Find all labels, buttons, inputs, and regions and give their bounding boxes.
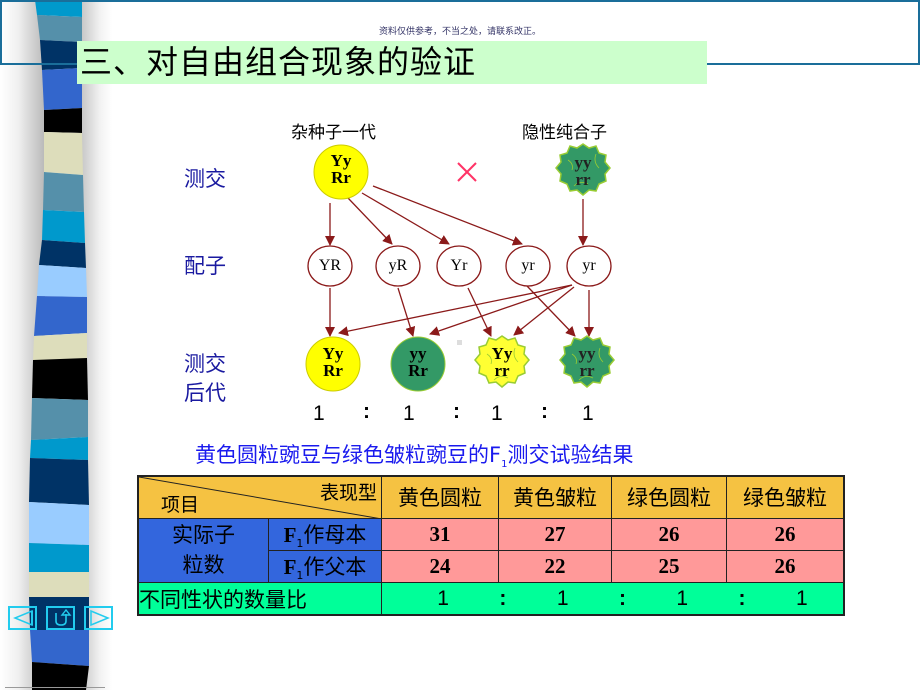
triangle-left-icon — [12, 609, 33, 627]
table-ratio-sep: : — [618, 586, 626, 610]
table-ratio-sep: : — [499, 586, 507, 610]
table-cell: 25 — [611, 549, 727, 583]
table-ratio-value: 1 — [796, 586, 808, 610]
table-cell: 31 — [381, 517, 499, 551]
table-ratio-value: 1 — [676, 586, 689, 610]
ratio-sep-1: : — [363, 400, 370, 423]
row-label-gametes: 配子 — [184, 254, 226, 278]
small-marker — [457, 340, 462, 345]
gamete-label-5: yr — [582, 257, 596, 274]
ratio-sep-3: : — [541, 400, 548, 423]
table-ratio-value: 1 — [556, 586, 569, 610]
table-cell: 26 — [726, 549, 845, 583]
ratio-row-label: 不同性状的数量比 — [137, 581, 382, 616]
ratio-row: 不同性状的数量比 1 : 1 : 1 : 1 — [137, 581, 845, 616]
bottom-divider — [5, 687, 105, 688]
cross-mark — [457, 162, 477, 182]
offspring-genotype-3: Yy rr — [491, 344, 513, 380]
ratio-sep-2: : — [453, 400, 460, 423]
table-cell: 22 — [498, 549, 612, 583]
column-header: 绿色圆粒 — [611, 475, 727, 519]
row-label-paternal: F1作父本 — [268, 549, 382, 583]
table-header-row: 表现型 项目 黄色圆粒 黄色皱粒 绿色圆粒 绿色皱粒 — [137, 475, 845, 519]
table-cell: 26 — [611, 517, 727, 551]
table-cell: 24 — [381, 549, 499, 583]
arrow-Yr-to-offspring3 — [467, 287, 492, 337]
ratio-values-cell: 1 : 1 : 1 : 1 — [381, 581, 845, 616]
column-header: 绿色皱粒 — [726, 475, 845, 519]
row-label-maternal: F1作母本 — [268, 517, 382, 551]
corner-label-phenotype: 表现型 — [319, 482, 377, 504]
row-label-testcross: 测交 — [184, 167, 226, 191]
ratio-2: 1 — [403, 402, 415, 425]
arrow-parent-to-yr — [372, 185, 523, 246]
offspring-genotype-1: Yy Rr — [322, 344, 344, 380]
column-header: 黄色圆粒 — [381, 475, 499, 519]
prev-slide-button[interactable] — [8, 606, 37, 630]
parent-genotype-hybrid: Yy Rr — [330, 151, 352, 187]
results-table: 表现型 项目 黄色圆粒 黄色皱粒 绿色圆粒 绿色皱粒 实际子 粒数 F1作母本 … — [137, 475, 845, 617]
gamete-label-4: yr — [521, 257, 535, 274]
return-arrow-icon — [54, 609, 71, 626]
ratio-1: 1 — [313, 402, 325, 425]
row-label-offspring-2: 后代 — [184, 381, 226, 405]
table-ratio-sep: : — [738, 586, 746, 610]
label-recessive-homozygote: 隐性纯合子 — [522, 123, 607, 143]
arrow-yr-to-offspring4 — [526, 285, 576, 337]
next-slide-button[interactable] — [84, 606, 113, 630]
arrow-parent-to-yR — [347, 197, 393, 245]
triangle-right-icon — [89, 609, 110, 627]
return-button[interactable] — [46, 606, 75, 630]
table-cell: 27 — [498, 517, 612, 551]
table-row: 实际子 粒数 F1作母本 31 27 26 26 — [137, 517, 845, 583]
gamete-label-1: YR — [318, 257, 342, 274]
table-caption: 黄色圆粒豌豆与绿色皱粒豌豆的F1测交试验结果 — [195, 443, 634, 471]
ratio-3: 1 — [491, 402, 503, 425]
table-corner-cell: 表现型 项目 — [137, 475, 382, 519]
offspring-genotype-2: yy Rr — [408, 344, 428, 380]
corner-label-item: 项目 — [161, 493, 200, 516]
parent-genotype-recessive: yy rr — [574, 153, 592, 189]
ratio-4: 1 — [582, 402, 594, 425]
row-label-offspring-1: 测交 — [184, 352, 226, 376]
table-ratio-value: 1 — [437, 586, 449, 610]
group-label-cell: 实际子 粒数 — [137, 517, 269, 583]
arrow-yR-to-offspring2 — [397, 287, 416, 337]
arrow-parent-to-Yr — [361, 192, 450, 245]
offspring-genotype-4: yy rr — [578, 344, 596, 380]
gamete-label-2: yR — [388, 257, 408, 274]
column-header: 黄色皱粒 — [498, 475, 612, 519]
label-hybrid-f1: 杂种子一代 — [291, 123, 376, 143]
table-cell: 26 — [726, 517, 845, 551]
gamete-label-3: Yr — [450, 257, 468, 274]
